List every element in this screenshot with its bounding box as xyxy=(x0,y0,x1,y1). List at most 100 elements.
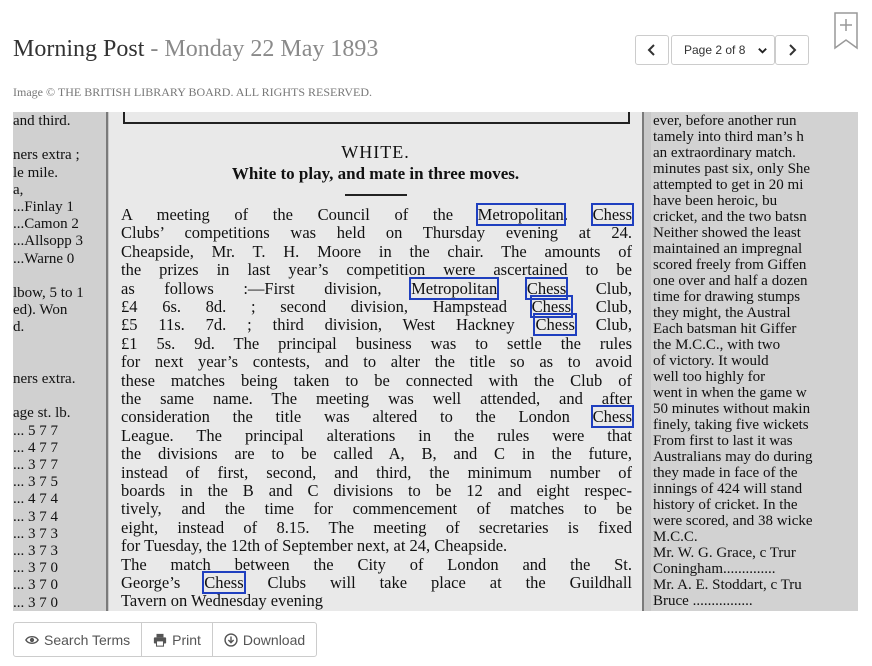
bookmark-plus-icon xyxy=(834,12,858,50)
chess-subheading: White to play, and mate in three moves. xyxy=(231,164,520,183)
left-column-line: ... 4 7 4 xyxy=(13,491,58,508)
article-line: boards in the B and C divisions to be 12… xyxy=(121,482,632,500)
article-text: the same name. The meeting was well atte… xyxy=(121,389,632,408)
article-text: tively, and the time for commencement of… xyxy=(121,499,632,519)
article-line: A meeting of the Council of the Metropol… xyxy=(121,203,635,226)
left-column-line: ...Allsopp 3 xyxy=(13,233,84,250)
chevron-right-icon xyxy=(789,44,797,56)
article-text: for next year’s contests, and to alter t… xyxy=(121,352,632,372)
article-line: The match between the City of London and… xyxy=(121,555,632,574)
article-text: consideration the title was altered to t… xyxy=(121,407,593,427)
article-line: instead of first, second, and third, the… xyxy=(121,462,632,482)
article-line: the divisions are to be called A, B, and… xyxy=(121,445,632,463)
article-line: consideration the title was altered to t… xyxy=(121,405,635,429)
left-column-line: d. xyxy=(13,319,25,336)
article-text: instead of first, second, and third, the… xyxy=(121,462,632,482)
article-text: Tavern on Wednesday evening xyxy=(121,591,324,611)
download-button[interactable]: Download xyxy=(213,623,316,656)
page-select[interactable]: Page 2 of 8 xyxy=(671,35,775,65)
left-column-line: lbow, 5 to 1 xyxy=(13,285,84,301)
search-terms-label: Search Terms xyxy=(44,631,131,648)
chevron-left-icon xyxy=(647,44,655,56)
left-column-line: ners extra. xyxy=(13,371,76,387)
article-line: Tavern on Wednesday evening xyxy=(121,592,632,610)
left-column-line: ... 3 7 4 xyxy=(13,508,58,525)
article-text: League. The principal alterations in the… xyxy=(121,425,632,445)
article-text: Club, xyxy=(566,278,633,298)
article-text: £5 11s. 7d. ; third division, West Hackn… xyxy=(121,315,536,335)
chess-heading: WHITE. xyxy=(341,142,410,162)
article-line: for next year’s contests, and to alter t… xyxy=(121,353,632,371)
left-column-line: ... 4 7 7 xyxy=(13,439,58,456)
left-column: and third. ners extra ; le mile. a, ...Finla… xyxy=(13,112,106,611)
search-terms-button[interactable]: Search Terms xyxy=(14,623,143,656)
viewer-toolbar: Search Terms Print Download xyxy=(13,622,318,657)
page-title: Morning Post - Monday 22 May 1893 xyxy=(13,36,378,63)
article-text: the prizes in last year’s competition we… xyxy=(121,260,632,280)
article-text: Club, xyxy=(574,315,632,335)
article-line: the same name. The meeting was well atte… xyxy=(121,390,632,408)
article-text: Clubs will take place at the Guildhall xyxy=(243,573,633,592)
article-text: the divisions are to be called A, B, and… xyxy=(121,444,632,464)
newspaper-image-viewer[interactable]: and third. ners extra ; le mile. a, ...Finla… xyxy=(13,112,858,611)
column-rule xyxy=(106,112,108,611)
article-line: Clubs’ competitions was held on Thursday… xyxy=(121,224,632,242)
left-column-line: a, xyxy=(13,181,24,198)
article-line: £5 11s. 7d. ; third division, West Hackn… xyxy=(121,313,632,337)
right-column: ever, before another run tamely into thir… xyxy=(651,112,858,611)
left-column-line: ... 3 7 3 xyxy=(13,525,58,542)
article-line: for Tuesday, the 12th of September next,… xyxy=(121,537,632,555)
left-column-line: age st. lb. xyxy=(13,405,71,422)
article-line: tively, and the time for commencement of… xyxy=(121,500,632,518)
search-term-highlight[interactable]: Metropolitan xyxy=(409,276,500,300)
download-icon xyxy=(224,632,238,647)
left-column-line: ...Camon 2 xyxy=(13,216,79,233)
article-line: £4 6s. 8d. ; second division, Hampstead … xyxy=(121,295,632,318)
article-text: these matches being taken to be connecte… xyxy=(121,370,632,390)
title-separator: - xyxy=(144,36,165,62)
printer-icon xyxy=(153,633,167,647)
article-line: these matches being taken to be connecte… xyxy=(121,370,632,390)
left-column-line: ... 5 7 7 xyxy=(13,422,58,439)
eye-icon xyxy=(25,635,39,644)
download-label: Download xyxy=(242,631,306,648)
article-line: as follows :—First division, Metropolita… xyxy=(121,276,633,300)
left-column-line: ... 3 7 7 xyxy=(13,457,58,473)
left-column-line: ... 3 7 3 xyxy=(13,543,58,559)
chevron-down-icon xyxy=(758,48,767,54)
left-column-line: ... 3 7 0 xyxy=(13,560,58,577)
article-text: £1 5s. 9d. The principal business was to… xyxy=(121,333,632,353)
left-column-line: ed). Won xyxy=(13,302,68,319)
article-line: the prizes in last year’s competition we… xyxy=(121,261,632,279)
divider xyxy=(345,194,407,196)
column-rule xyxy=(642,112,644,611)
article-line: Cheapside, Mr. T. H. Moore in the chair.… xyxy=(121,241,632,261)
article-text: . xyxy=(563,205,593,224)
search-term-highlight[interactable]: Chess xyxy=(202,571,246,594)
previous-page-button[interactable] xyxy=(635,35,669,65)
article-text: as follows :—First division, xyxy=(121,278,412,298)
next-page-button[interactable] xyxy=(775,35,809,65)
search-term-highlight[interactable]: Chess xyxy=(590,203,635,226)
search-term-highlight[interactable]: Chess xyxy=(590,405,635,429)
copyright-credit: Image © THE BRITISH LIBRARY BOARD. ALL R… xyxy=(13,85,373,99)
bookmark-button[interactable] xyxy=(833,12,859,50)
chess-article-column: WHITE. White to play, and mate in three … xyxy=(109,112,642,611)
print-button[interactable]: Print xyxy=(142,623,213,656)
left-column-line: ... 3 7 0 xyxy=(13,577,58,594)
article-text: Cheapside, Mr. T. H. Moore in the chair.… xyxy=(121,241,632,261)
search-term-highlight[interactable]: Metropolitan xyxy=(475,203,566,226)
search-term-highlight[interactable]: Chess xyxy=(524,276,569,300)
right-column-line: Bruce ................ xyxy=(653,593,753,609)
page-select-value: Page 2 of 8 xyxy=(684,43,746,57)
article-text: Clubs’ competitions was held on Thursday… xyxy=(121,223,632,243)
left-column-line: le mile. xyxy=(13,164,58,181)
search-term-highlight[interactable]: Chess xyxy=(533,313,577,337)
article-text xyxy=(497,279,527,298)
search-term-highlight[interactable]: Chess xyxy=(529,295,574,318)
publication-name: Morning Post xyxy=(13,36,145,62)
article-text: Club, xyxy=(571,297,632,316)
article-line: £1 5s. 9d. The principal business was to… xyxy=(121,333,632,353)
article-line: George’s Chess Clubs will take place at … xyxy=(121,571,633,594)
left-column-line: ... 3 7 0 xyxy=(13,594,58,611)
